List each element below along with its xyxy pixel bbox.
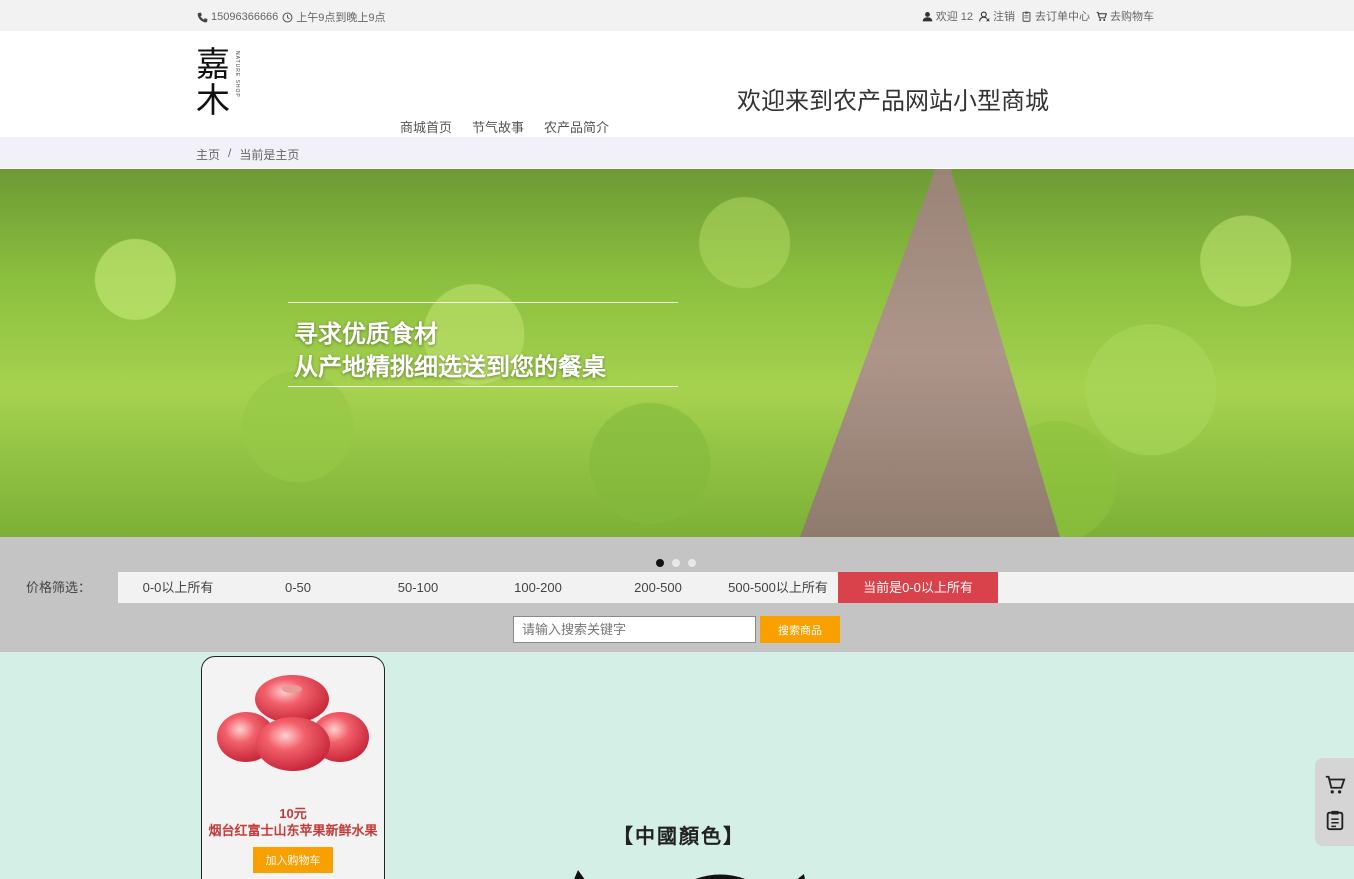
logout-link[interactable]: 注销 xyxy=(979,8,1015,24)
phone-info: 15096366666 xyxy=(197,11,278,23)
add-to-cart-button[interactable]: 加入购物车 xyxy=(253,847,333,873)
site-logo[interactable]: 嘉木 NATURE SHOP xyxy=(196,47,242,123)
caption-bottom-line xyxy=(288,386,678,387)
logo-text: 嘉木 xyxy=(196,45,230,121)
cart-label: 去购物车 xyxy=(1110,11,1154,23)
carousel-dot[interactable] xyxy=(688,559,696,567)
nav-products-intro[interactable]: 农产品简介 xyxy=(544,117,609,136)
clipboard-icon xyxy=(1022,11,1031,22)
orders-link[interactable]: 去订单中心 xyxy=(1021,8,1090,24)
breadcrumb: 主页 / 当前是主页 xyxy=(0,137,1354,168)
user-links: 欢迎 12 注销 去订单中心 去购物车 xyxy=(922,8,1154,24)
price-filter-50-100[interactable]: 50-100 xyxy=(358,572,478,603)
promo-title: 【中國顏色】 xyxy=(613,824,745,848)
cart-icon xyxy=(1096,11,1107,21)
carousel-indicator-bar xyxy=(0,537,1354,572)
contact-info: 15096366666 上午9点到晚上9点 xyxy=(197,9,386,25)
product-area: 10元 烟台红富士山东苹果新鲜水果 加入购物车 【中國顏色】 xyxy=(0,652,1354,879)
product-name[interactable]: 烟台红富士山东苹果新鲜水果 xyxy=(202,820,384,839)
price-filter-bar: 价格筛选： 0-0以上所有 0-50 50-100 100-200 200-50… xyxy=(0,572,1354,603)
main-nav: 商城首页 节气故事 农产品简介 xyxy=(400,117,609,136)
calligraphy-strokes xyxy=(574,870,805,879)
carousel-dot[interactable] xyxy=(656,559,664,567)
site-header: 嘉木 NATURE SHOP 商城首页 节气故事 农产品简介 欢迎来到农产品网站… xyxy=(0,31,1354,137)
nav-home[interactable]: 商城首页 xyxy=(400,117,452,136)
nav-solar-terms-stories[interactable]: 节气故事 xyxy=(472,117,524,136)
search-bar: 搜索商品 xyxy=(0,603,1354,652)
logout-label: 注销 xyxy=(993,11,1015,23)
side-toolbar xyxy=(1315,758,1354,846)
price-filter-200-500[interactable]: 200-500 xyxy=(598,572,718,603)
search-input[interactable] xyxy=(513,616,756,643)
clock-icon xyxy=(282,12,293,22)
welcome-user[interactable]: 欢迎 12 xyxy=(922,8,973,24)
price-filter-label: 价格筛选： xyxy=(0,572,118,603)
top-bar: 15096366666 上午9点到晚上9点 欢迎 12 注销 去订单中心 去购物… xyxy=(0,0,1354,31)
price-filter-all[interactable]: 0-0以上所有 xyxy=(118,572,238,603)
hero-banner[interactable]: 寻求优质食材 从产地精挑细选送到您的餐桌 xyxy=(0,169,1354,537)
search-button[interactable]: 搜索商品 xyxy=(760,616,840,643)
caption-top-line xyxy=(288,302,678,303)
price-filter-current: 当前是0-0以上所有 xyxy=(838,572,998,603)
hours-info: 上午9点到晚上9点 xyxy=(282,9,386,25)
price-filter-100-200[interactable]: 100-200 xyxy=(478,572,598,603)
business-hours: 上午9点到晚上9点 xyxy=(296,12,386,24)
phone-number: 15096366666 xyxy=(211,11,279,23)
banner-caption: 寻求优质食材 从产地精挑细选送到您的餐桌 xyxy=(288,302,678,388)
price-filter-0-50[interactable]: 0-50 xyxy=(238,572,358,603)
user-icon xyxy=(922,11,933,21)
cart-icon[interactable] xyxy=(1324,774,1346,796)
breadcrumb-home[interactable]: 主页 xyxy=(196,146,220,163)
banner-line-2: 从产地精挑细选送到您的餐桌 xyxy=(294,354,606,381)
welcome-heading: 欢迎来到农产品网站小型商城 xyxy=(737,88,1049,115)
carousel-dot[interactable] xyxy=(672,559,680,567)
user-logout-icon xyxy=(979,10,990,22)
price-filter-500-plus[interactable]: 500-500以上所有 xyxy=(718,572,838,603)
phone-icon xyxy=(197,12,208,22)
cart-link[interactable]: 去购物车 xyxy=(1096,8,1154,24)
orders-label: 去订单中心 xyxy=(1035,11,1090,23)
product-card[interactable]: 10元 烟台红富士山东苹果新鲜水果 加入购物车 xyxy=(201,656,385,879)
welcome-user-label: 欢迎 12 xyxy=(935,11,973,23)
banner-line-1: 寻求优质食材 xyxy=(294,321,438,348)
clipboard-icon[interactable] xyxy=(1324,809,1346,831)
logo-subtext: NATURE SHOP xyxy=(234,51,240,98)
carousel-dots xyxy=(656,559,696,567)
breadcrumb-current: 当前是主页 xyxy=(239,148,300,162)
breadcrumb-separator: / xyxy=(228,146,232,160)
apple-product-image[interactable] xyxy=(216,673,370,773)
